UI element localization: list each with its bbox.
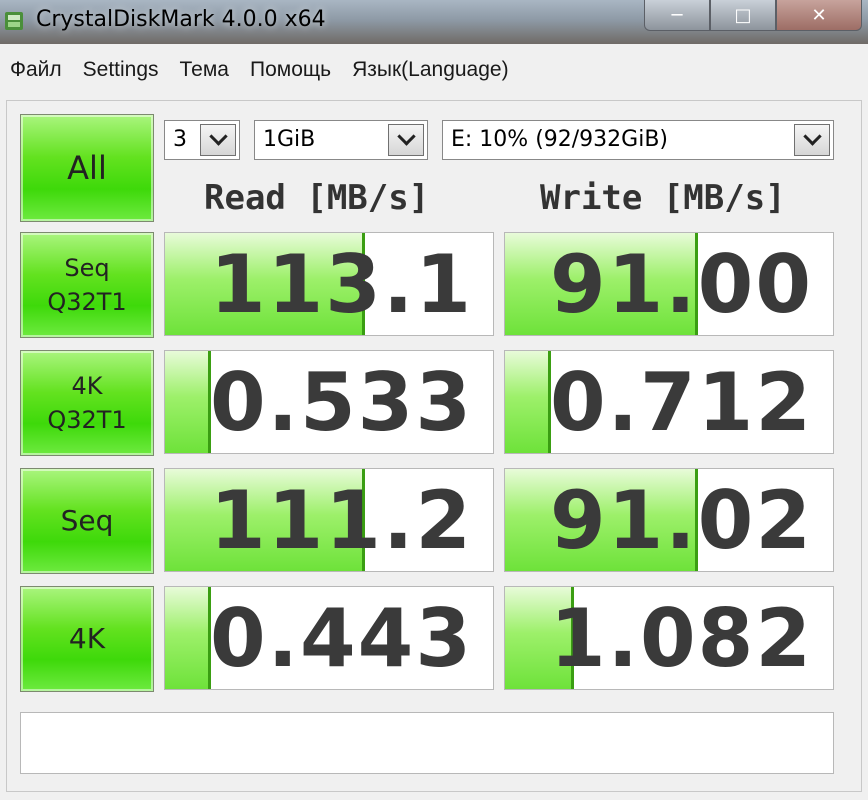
- test-label-line1: Seq: [64, 254, 110, 282]
- drive-select[interactable]: E: 10% (92/932GiB): [442, 120, 834, 160]
- seq-q32t1-button[interactable]: Seq Q32T1: [20, 232, 154, 338]
- test-label-line2: Q32T1: [47, 288, 127, 316]
- test-count-value: 3: [173, 127, 187, 152]
- comment-field[interactable]: [20, 712, 834, 774]
- test-label-line1: 4K: [71, 372, 103, 400]
- read-header: Read [MB/s]: [204, 178, 430, 218]
- read-value: 113.1: [209, 238, 473, 331]
- menu-bar: Файл Settings Тема Помощь Язык(Language): [0, 44, 868, 97]
- 4k-q32t1-button[interactable]: 4K Q32T1: [20, 350, 154, 456]
- run-all-button[interactable]: All: [20, 114, 154, 222]
- menu-help[interactable]: Помощь: [240, 58, 342, 82]
- drive-value: E: 10% (92/932GiB): [451, 127, 669, 152]
- disk-app-icon: [5, 12, 23, 30]
- chevron-down-icon: [388, 124, 424, 156]
- read-bar: [165, 587, 211, 689]
- test-label-line2: Q32T1: [47, 406, 127, 434]
- test-size-value: 1GiB: [263, 127, 316, 152]
- read-value: 0.533: [209, 356, 473, 449]
- 4k-read-cell: 0.443: [164, 586, 494, 690]
- window-controls: ─ □ ✕: [644, 0, 862, 32]
- menu-file[interactable]: Файл: [0, 58, 73, 82]
- test-label-line1: Seq: [60, 504, 114, 537]
- window-title: CrystalDiskMark 4.0.0 x64: [36, 7, 326, 32]
- write-header: Write [MB/s]: [540, 178, 786, 218]
- write-value: 91.02: [549, 474, 813, 567]
- seq-q32t1-write-cell: 91.00: [504, 232, 834, 336]
- test-size-select[interactable]: 1GiB: [254, 120, 428, 160]
- write-value: 1.082: [549, 592, 813, 685]
- write-value: 91.00: [549, 238, 813, 331]
- chevron-down-icon: [200, 124, 236, 156]
- seq-button[interactable]: Seq: [20, 468, 154, 574]
- 4k-write-cell: 1.082: [504, 586, 834, 690]
- read-bar: [165, 351, 211, 453]
- seq-q32t1-read-cell: 113.1: [164, 232, 494, 336]
- 4k-button[interactable]: 4K: [20, 586, 154, 692]
- test-count-select[interactable]: 3: [164, 120, 240, 160]
- menu-language[interactable]: Язык(Language): [342, 58, 520, 82]
- read-value: 0.443: [209, 592, 473, 685]
- chevron-down-icon: [794, 124, 830, 156]
- test-label-line1: 4K: [68, 622, 106, 655]
- menu-theme[interactable]: Тема: [170, 58, 240, 82]
- main-panel: All 3 1GiB E: 10% (92/932GiB) Read [MB/s…: [0, 96, 868, 800]
- close-button[interactable]: ✕: [776, 0, 862, 31]
- 4k-q32t1-write-cell: 0.712: [504, 350, 834, 454]
- write-bar: [505, 351, 551, 453]
- maximize-button[interactable]: □: [710, 0, 776, 31]
- menu-settings[interactable]: Settings: [73, 58, 170, 82]
- 4k-q32t1-read-cell: 0.533: [164, 350, 494, 454]
- write-value: 0.712: [549, 356, 813, 449]
- title-bar: CrystalDiskMark 4.0.0 x64 ─ □ ✕: [0, 0, 868, 44]
- read-value: 111.2: [209, 474, 473, 567]
- seq-read-cell: 111.2: [164, 468, 494, 572]
- run-all-label: All: [67, 149, 107, 187]
- seq-write-cell: 91.02: [504, 468, 834, 572]
- minimize-button[interactable]: ─: [644, 0, 710, 31]
